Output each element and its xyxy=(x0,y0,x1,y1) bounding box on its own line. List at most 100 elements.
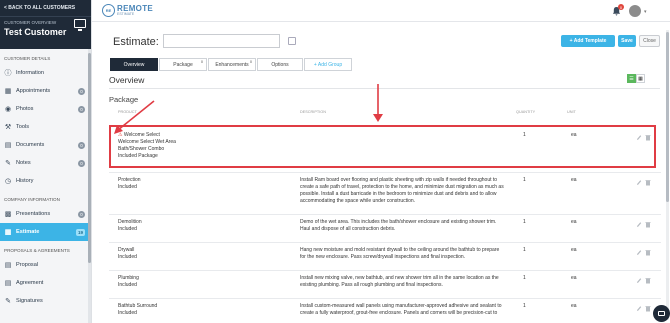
product-name: Drywall xyxy=(118,247,135,253)
description-cell: Install custom-measured wall panels usin… xyxy=(300,303,515,317)
trash-icon[interactable] xyxy=(645,305,651,312)
row-actions xyxy=(636,249,651,256)
count-badge: 0 xyxy=(78,141,85,149)
info-icon: ⓘ xyxy=(4,70,12,77)
sidebar-item-agreement[interactable]: ▤ Agreement xyxy=(0,274,91,292)
add-template-button[interactable]: + Add Template xyxy=(561,35,615,47)
sidebar-item-photos[interactable]: ◉ Photos 0 xyxy=(0,100,91,118)
product-name: Plumbing xyxy=(118,275,139,281)
quantity-cell: 1 xyxy=(523,219,526,225)
column-header-description: DESCRIPTION xyxy=(300,110,326,114)
sidebar-item-documents[interactable]: ▤ Documents 0 xyxy=(0,136,91,154)
trash-icon[interactable] xyxy=(645,179,651,186)
sidebar-item-label: Appointments xyxy=(16,88,51,94)
description-line: possible. Install a dust barricade in th… xyxy=(300,191,497,197)
sidebar-item-label: Agreement xyxy=(16,280,44,286)
table-row[interactable]: Plumbing Included Install new mixing val… xyxy=(109,270,661,298)
pencil-icon[interactable] xyxy=(636,221,642,228)
main-scrollbar[interactable] xyxy=(666,30,669,320)
sidebar-item-tools[interactable]: ⚒ Tools xyxy=(0,118,91,136)
document-icon: ▤ xyxy=(4,142,12,149)
product-name: Demolition xyxy=(118,219,142,225)
tab-overview[interactable]: Overview xyxy=(110,58,158,71)
table-row[interactable]: Protection Included Install Ram board ov… xyxy=(109,172,661,214)
sidebar-item-information[interactable]: ⓘ Information xyxy=(0,64,91,82)
tab-enhancements[interactable]: Enhancements 0 xyxy=(208,58,256,71)
calendar-icon: ▦ xyxy=(4,88,12,95)
table-row[interactable]: Bathtub Surround Included Install custom… xyxy=(109,298,661,323)
pencil-icon[interactable] xyxy=(636,305,642,312)
sidebar-item-label: Information xyxy=(16,70,44,76)
pencil-icon[interactable] xyxy=(636,179,642,186)
sidebar-item-appointments[interactable]: ▦ Appointments 0 xyxy=(0,82,91,100)
chat-support-button[interactable] xyxy=(653,305,670,322)
estimate-tabs: Overview Package 0 Enhancements 0 Options … xyxy=(110,58,353,71)
tab-package[interactable]: Package 0 xyxy=(159,58,207,71)
row-actions xyxy=(636,221,651,228)
notifications-bell-icon[interactable]: 0 xyxy=(612,4,624,16)
highlight-annotation-box xyxy=(109,125,656,168)
tab-count: 0 xyxy=(201,60,203,64)
table-row[interactable]: Drywall Included Hang new moisture and m… xyxy=(109,242,661,270)
grid-view-icon[interactable]: ▦ xyxy=(636,74,645,83)
chat-bubble-icon xyxy=(658,311,665,316)
trash-icon[interactable] xyxy=(645,277,651,284)
product-status: Included xyxy=(118,282,137,288)
sidebar-item-notes[interactable]: ✎ Notes 0 xyxy=(0,154,91,172)
description-line: for the new enclosure. Pass screw/drywal… xyxy=(300,254,466,260)
table-row[interactable]: Demolition Included Demo of the wet area… xyxy=(109,214,661,242)
logo-subtitle: ESTIMATE xyxy=(117,11,135,16)
description-line: Install new mixing valve, new bathtub, a… xyxy=(300,275,499,281)
unit-cell: ea xyxy=(571,275,577,281)
description-cell: Install Ram board over flooring and plas… xyxy=(300,177,515,205)
signature-icon: ✎ xyxy=(5,298,11,305)
product-status: Included xyxy=(118,310,137,316)
clock-icon: ◷ xyxy=(4,178,12,185)
monitor-icon[interactable] xyxy=(74,19,86,31)
product-cell: Bathtub Surround Included xyxy=(118,303,157,317)
sidebar-item-history[interactable]: ◷ History xyxy=(0,172,91,190)
sidebar-item-label: Proposal xyxy=(16,262,39,268)
sidebar-scroll-thumb[interactable] xyxy=(88,53,91,263)
company-nav: ▩ Presentations 0 ▦ Estimate 19 xyxy=(0,205,91,241)
logo-mark: RE xyxy=(102,4,115,17)
close-button[interactable]: Close xyxy=(639,35,660,47)
annotation-arrow-diagonal xyxy=(114,100,155,134)
overview-heading: Overview xyxy=(109,75,145,85)
unit-cell: ea xyxy=(571,303,577,309)
list-view-icon[interactable]: ☰ xyxy=(627,74,636,83)
trash-icon[interactable] xyxy=(645,221,651,228)
estimate-label: Estimate: xyxy=(113,36,159,48)
product-name: Bathtub Surround xyxy=(118,303,158,309)
sidebar-scrollbar[interactable] xyxy=(88,49,91,323)
count-badge: 0 xyxy=(78,87,85,95)
view-toggle: ☰ ▦ xyxy=(627,74,645,83)
sidebar: < BACK TO ALL CUSTOMERS CUSTOMER OVERVIE… xyxy=(0,0,92,323)
description-line: accommodating the space while under cons… xyxy=(300,198,416,204)
description-line: create a fully waterproof, grout-free en… xyxy=(300,310,498,316)
floppy-save-icon[interactable] xyxy=(288,37,296,45)
sidebar-item-signatures[interactable]: ✎ Signatures xyxy=(0,292,91,310)
logo-text: REMOTE ESTIMATE xyxy=(117,4,153,17)
proposal-icon: ▤ xyxy=(4,262,12,269)
sidebar-item-proposal[interactable]: ▤ Proposal xyxy=(0,256,91,274)
unit-cell: ea xyxy=(571,247,577,253)
quantity-cell: 1 xyxy=(523,177,526,183)
description-line: Install Ram board over flooring and plas… xyxy=(300,177,498,183)
add-group-tab[interactable]: + Add Group xyxy=(304,58,352,71)
back-to-customers-link[interactable]: < BACK TO ALL CUSTOMERS xyxy=(0,0,91,17)
chevron-down-icon[interactable]: ▾ xyxy=(644,9,647,15)
pencil-icon[interactable] xyxy=(636,277,642,284)
sidebar-item-estimate[interactable]: ▦ Estimate 19 xyxy=(0,223,91,241)
app-logo[interactable]: RE REMOTE ESTIMATE xyxy=(102,4,153,17)
sidebar-item-presentations[interactable]: ▩ Presentations 0 xyxy=(0,205,91,223)
top-bar: RE REMOTE ESTIMATE 0 ▾ xyxy=(92,0,670,22)
estimate-name-input[interactable] xyxy=(163,34,280,48)
save-button[interactable]: Save xyxy=(618,35,636,47)
main-scroll-thumb[interactable] xyxy=(666,32,669,202)
pencil-icon[interactable] xyxy=(636,249,642,256)
section-proposals: PROPOSALS & AGREEMENTS xyxy=(4,248,70,253)
user-avatar[interactable] xyxy=(629,5,641,17)
trash-icon[interactable] xyxy=(645,249,651,256)
tab-options[interactable]: Options xyxy=(257,58,303,71)
